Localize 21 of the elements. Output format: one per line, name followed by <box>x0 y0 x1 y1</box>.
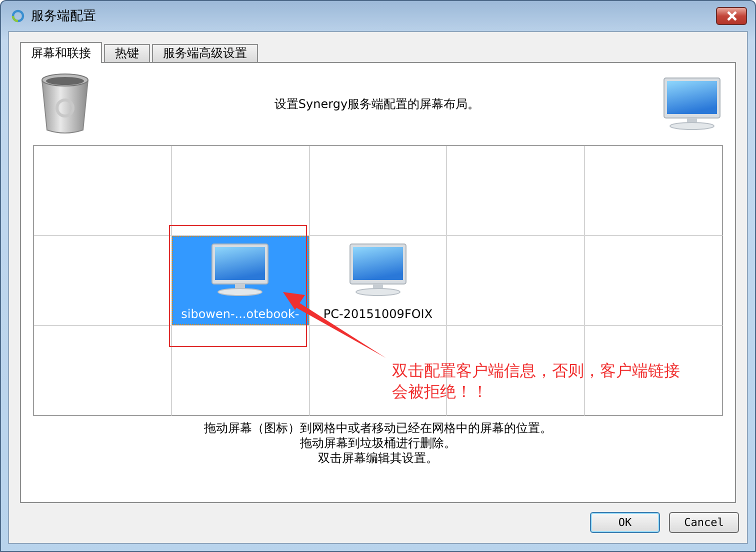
help-text: 拖动屏幕（图标）到网格中或者移动已经在网格中的屏幕的位置。 <box>203 421 553 436</box>
help-text: 双击屏幕编辑其设置。 <box>317 451 439 466</box>
window-title: 服务端配置 <box>31 8 96 25</box>
monitor-icon <box>663 77 721 131</box>
annotation-text: 双击配置客户端信息，否则，客户端链接会被拒绝！！ <box>392 360 681 402</box>
monitor-icon <box>211 243 270 297</box>
app-ring-icon <box>11 9 25 23</box>
trash-can-icon <box>39 72 91 136</box>
screen-name: sibowen-...otebook- <box>181 307 300 321</box>
help-text: 拖动屏幕到垃圾桶进行删除。 <box>299 436 457 451</box>
screen-item[interactable]: PC-20151009FOIX <box>310 236 446 325</box>
cancel-button[interactable]: Cancel <box>669 512 739 533</box>
close-button[interactable] <box>716 7 747 25</box>
tab[interactable]: 屏幕和联接 <box>20 42 102 63</box>
close-icon <box>726 11 738 21</box>
layout-description: 设置Synergy服务端配置的屏幕布局。 <box>273 96 481 112</box>
tab[interactable]: 服务端高级设置 <box>152 44 258 62</box>
tab[interactable]: 热键 <box>104 44 150 62</box>
ok-button[interactable]: OK <box>590 512 660 533</box>
monitor-icon <box>348 243 407 297</box>
screen-name: PC-20151009FOIX <box>323 307 433 321</box>
